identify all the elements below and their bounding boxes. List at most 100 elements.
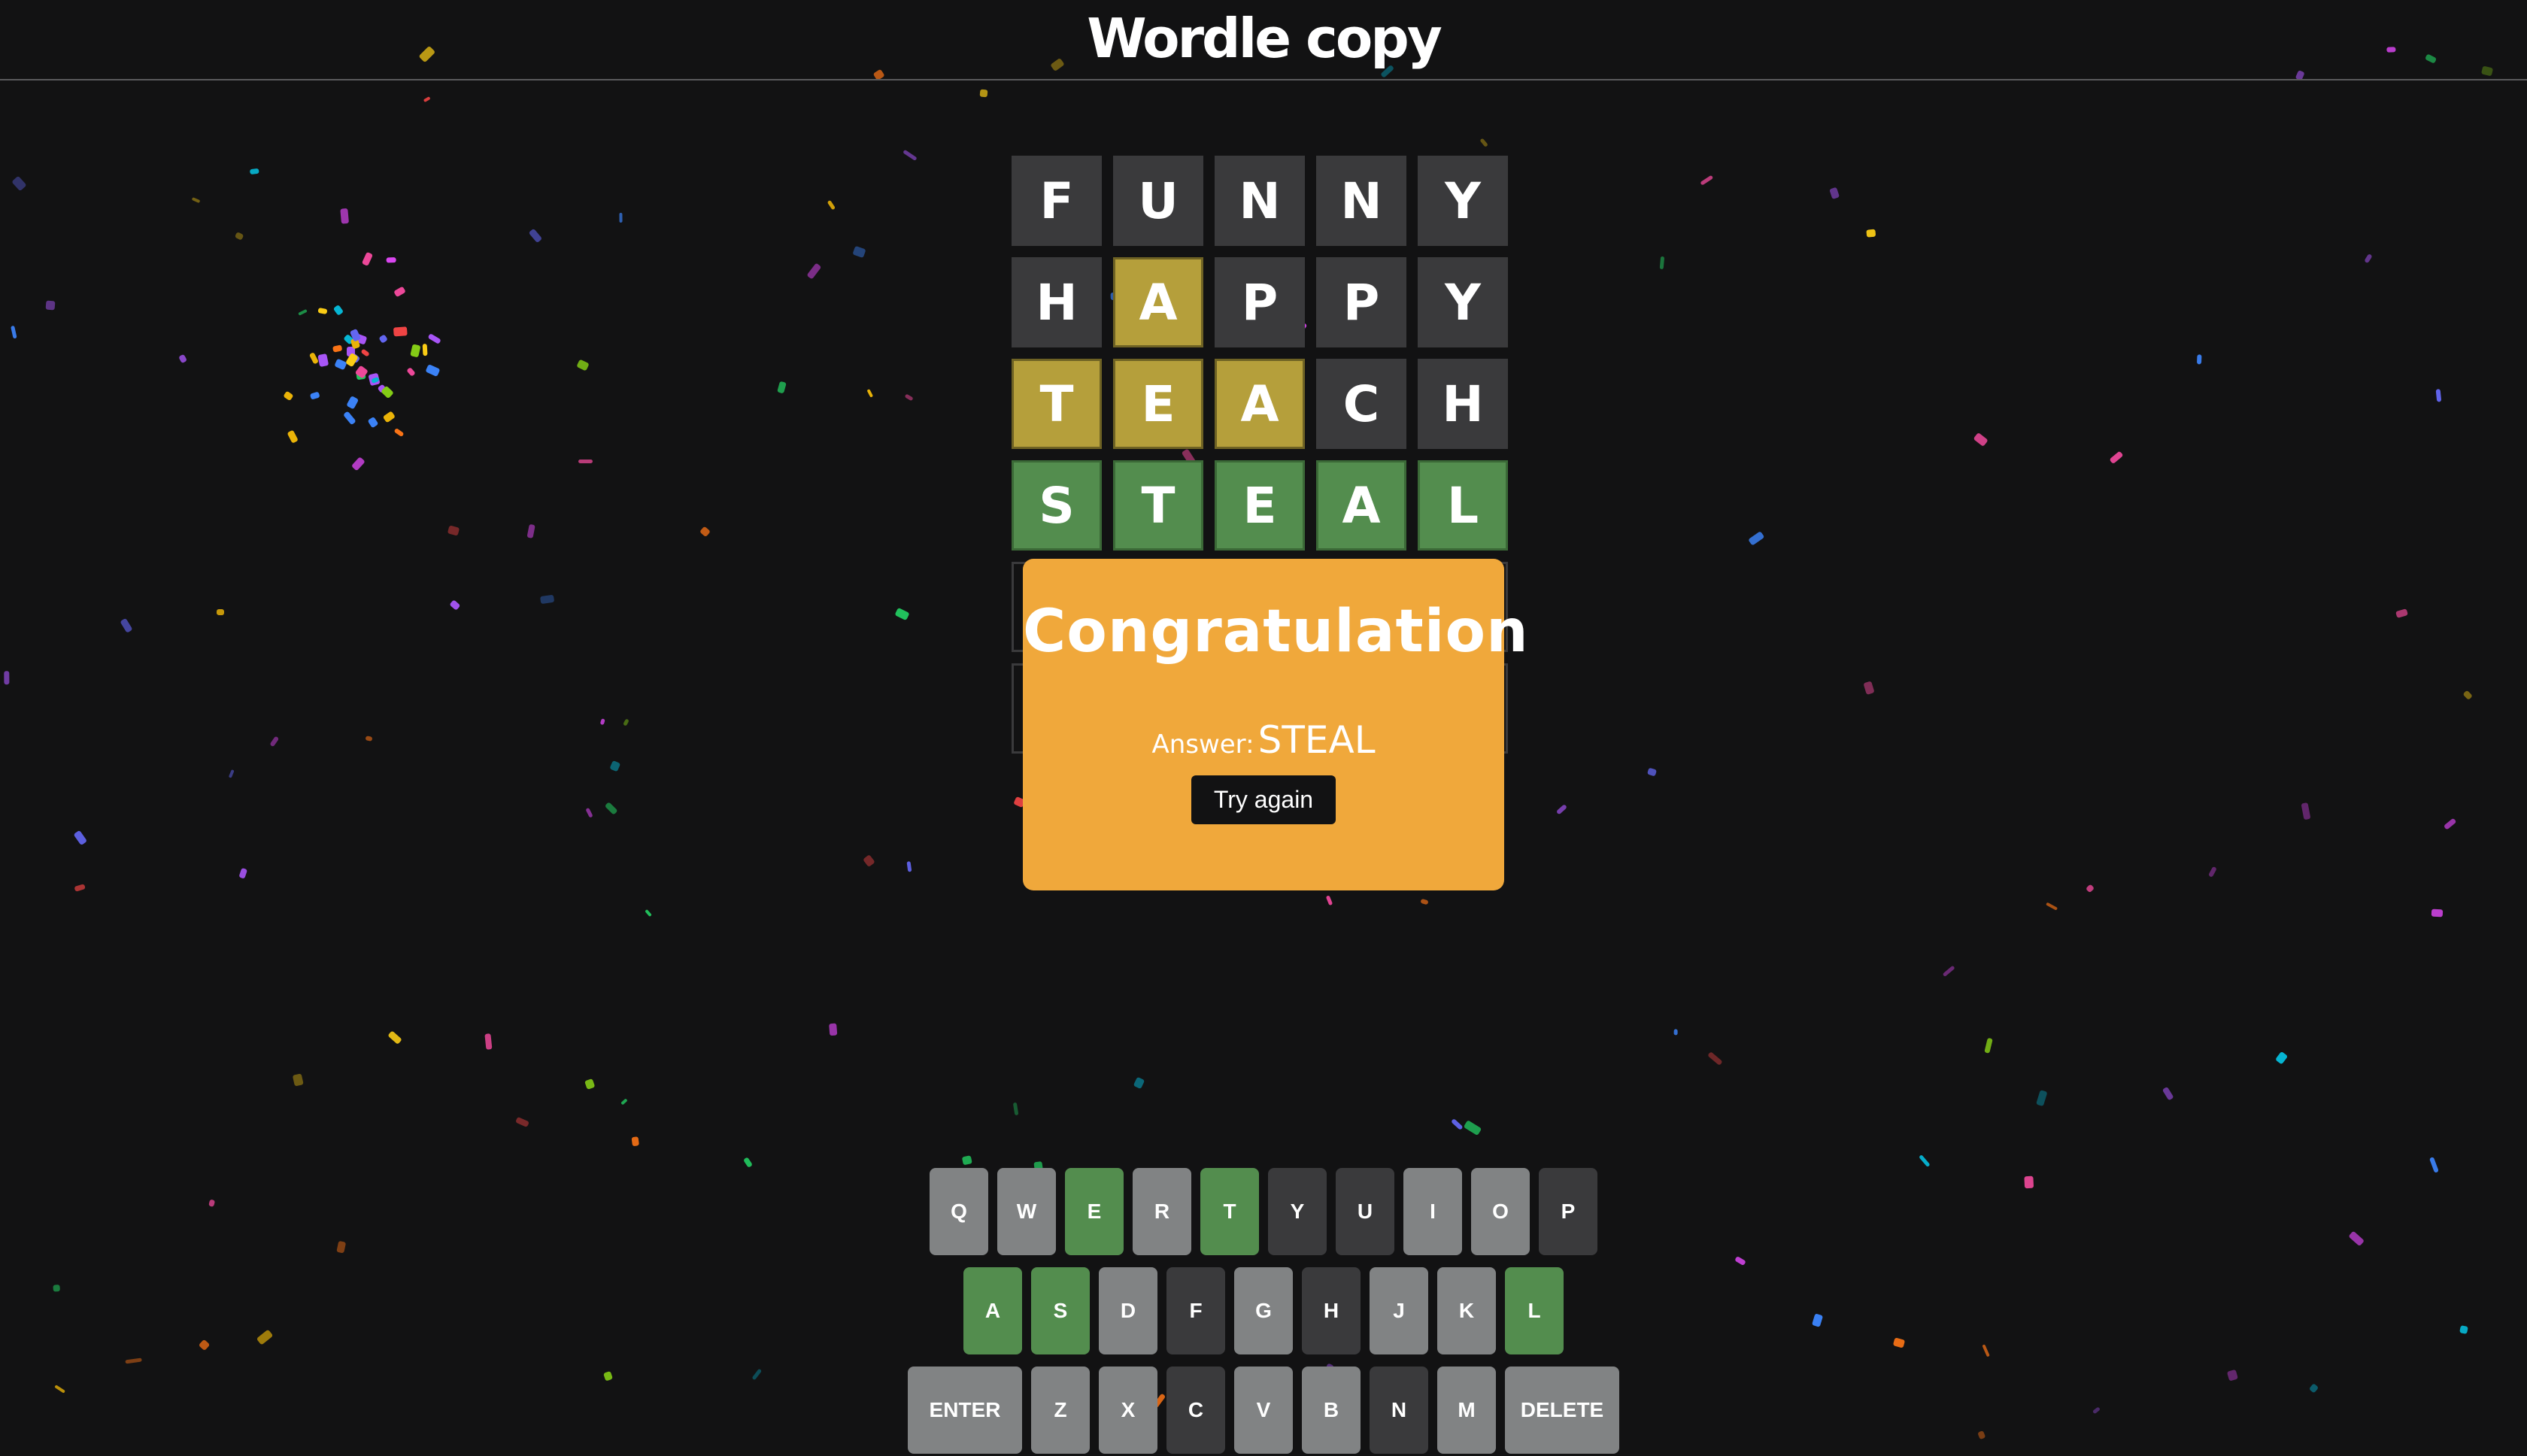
confetti-piece — [317, 353, 329, 367]
letter-tile: P — [1316, 257, 1406, 347]
confetti-piece — [906, 860, 912, 872]
confetti-piece — [852, 245, 867, 259]
confetti-piece — [526, 523, 536, 539]
on-screen-keyboard: Q W E R T Y U I O P A S D F G H J K L ENTER Z X C V B N M DELETE — [0, 1168, 2527, 1456]
key-r[interactable]: R — [1133, 1168, 1191, 1255]
confetti-piece — [380, 386, 394, 399]
key-e[interactable]: E — [1065, 1168, 1124, 1255]
letter-tile: Y — [1418, 257, 1508, 347]
confetti-piece — [484, 1033, 493, 1050]
confetti-piece — [367, 417, 379, 429]
key-t[interactable]: T — [1200, 1168, 1259, 1255]
confetti-piece — [584, 1078, 596, 1090]
letter-tile: H — [1012, 257, 1102, 347]
board-row: STEAL — [1012, 460, 1515, 551]
letter-tile: A — [1113, 257, 1203, 347]
confetti-piece — [348, 351, 361, 364]
key-b[interactable]: B — [1302, 1367, 1361, 1454]
key-z[interactable]: Z — [1031, 1367, 1090, 1454]
key-h[interactable]: H — [1302, 1267, 1361, 1354]
confetti-piece — [406, 366, 416, 377]
confetti-piece — [904, 393, 915, 402]
key-n[interactable]: N — [1370, 1367, 1428, 1454]
confetti-piece — [368, 372, 381, 386]
confetti-piece — [576, 359, 590, 372]
confetti-piece — [2395, 608, 2408, 618]
confetti-piece — [1325, 895, 1333, 906]
confetti-piece — [350, 329, 362, 343]
confetti-piece — [1479, 138, 1488, 147]
key-i[interactable]: I — [1403, 1168, 1462, 1255]
confetti-piece — [1973, 432, 1989, 447]
key-m[interactable]: M — [1437, 1367, 1496, 1454]
confetti-piece — [863, 854, 875, 867]
confetti-piece — [4, 671, 10, 685]
letter-tile: A — [1215, 359, 1305, 449]
confetti-piece — [449, 599, 460, 611]
confetti-piece — [297, 308, 308, 317]
result-modal: Congratulation Answer: STEAL Try again — [1023, 559, 1528, 890]
key-s[interactable]: S — [1031, 1267, 1090, 1354]
confetti-piece — [393, 286, 406, 298]
confetti-piece — [353, 365, 369, 379]
confetti-piece — [382, 410, 396, 423]
confetti-piece — [1747, 531, 1765, 546]
confetti-piece — [377, 383, 387, 393]
keyboard-row: ENTER Z X C V B N M DELETE — [0, 1367, 2527, 1454]
letter-tile: T — [1012, 359, 1102, 449]
confetti-piece — [979, 89, 987, 98]
confetti-piece — [2208, 866, 2218, 878]
confetti-piece — [234, 231, 244, 241]
confetti-piece — [777, 381, 787, 395]
board-row: FUNNY — [1012, 156, 1515, 246]
key-a[interactable]: A — [963, 1267, 1022, 1354]
letter-tile: N — [1215, 156, 1305, 246]
key-f[interactable]: F — [1166, 1267, 1225, 1354]
answer-line: Answer: STEAL — [1023, 721, 1504, 759]
confetti-piece — [894, 607, 910, 621]
confetti-piece — [2046, 902, 2058, 911]
confetti-piece — [120, 617, 133, 633]
key-g[interactable]: G — [1234, 1267, 1293, 1354]
key-o[interactable]: O — [1471, 1168, 1530, 1255]
confetti-piece — [310, 391, 320, 400]
confetti-piece — [623, 718, 629, 726]
key-x[interactable]: X — [1099, 1367, 1157, 1454]
confetti-piece — [1673, 1029, 1678, 1036]
answer-label: Answer: — [1151, 730, 1254, 760]
key-l[interactable]: L — [1505, 1267, 1564, 1354]
key-delete[interactable]: DELETE — [1505, 1367, 1619, 1454]
confetti-piece — [378, 334, 388, 344]
confetti-piece — [360, 348, 370, 357]
key-q[interactable]: Q — [930, 1168, 988, 1255]
confetti-piece — [422, 343, 428, 356]
confetti-piece — [1707, 1051, 1723, 1066]
confetti-piece — [2197, 354, 2202, 365]
key-d[interactable]: D — [1099, 1267, 1157, 1354]
key-k[interactable]: K — [1437, 1267, 1496, 1354]
confetti-piece — [1420, 899, 1429, 905]
confetti-piece — [177, 353, 187, 363]
confetti-piece — [2085, 884, 2095, 893]
key-w[interactable]: W — [997, 1168, 1056, 1255]
confetti-piece — [1863, 680, 1875, 695]
confetti-piece — [228, 769, 235, 778]
confetti-piece — [317, 307, 328, 314]
confetti-piece — [365, 736, 373, 742]
key-c[interactable]: C — [1166, 1367, 1225, 1454]
key-enter[interactable]: ENTER — [908, 1367, 1022, 1454]
confetti-piece — [1828, 187, 1840, 200]
key-y[interactable]: Y — [1268, 1168, 1327, 1255]
confetti-piece — [371, 376, 381, 384]
key-p[interactable]: P — [1539, 1168, 1597, 1255]
confetti-piece — [742, 1157, 753, 1169]
key-v[interactable]: V — [1234, 1367, 1293, 1454]
try-again-button[interactable]: Try again — [1191, 775, 1336, 824]
confetti-piece — [827, 199, 836, 210]
letter-tile: E — [1113, 359, 1203, 449]
key-u[interactable]: U — [1336, 1168, 1394, 1255]
confetti-piece — [355, 368, 366, 380]
confetti-piece — [347, 347, 356, 357]
confetti-piece — [2301, 802, 2311, 820]
key-j[interactable]: J — [1370, 1267, 1428, 1354]
